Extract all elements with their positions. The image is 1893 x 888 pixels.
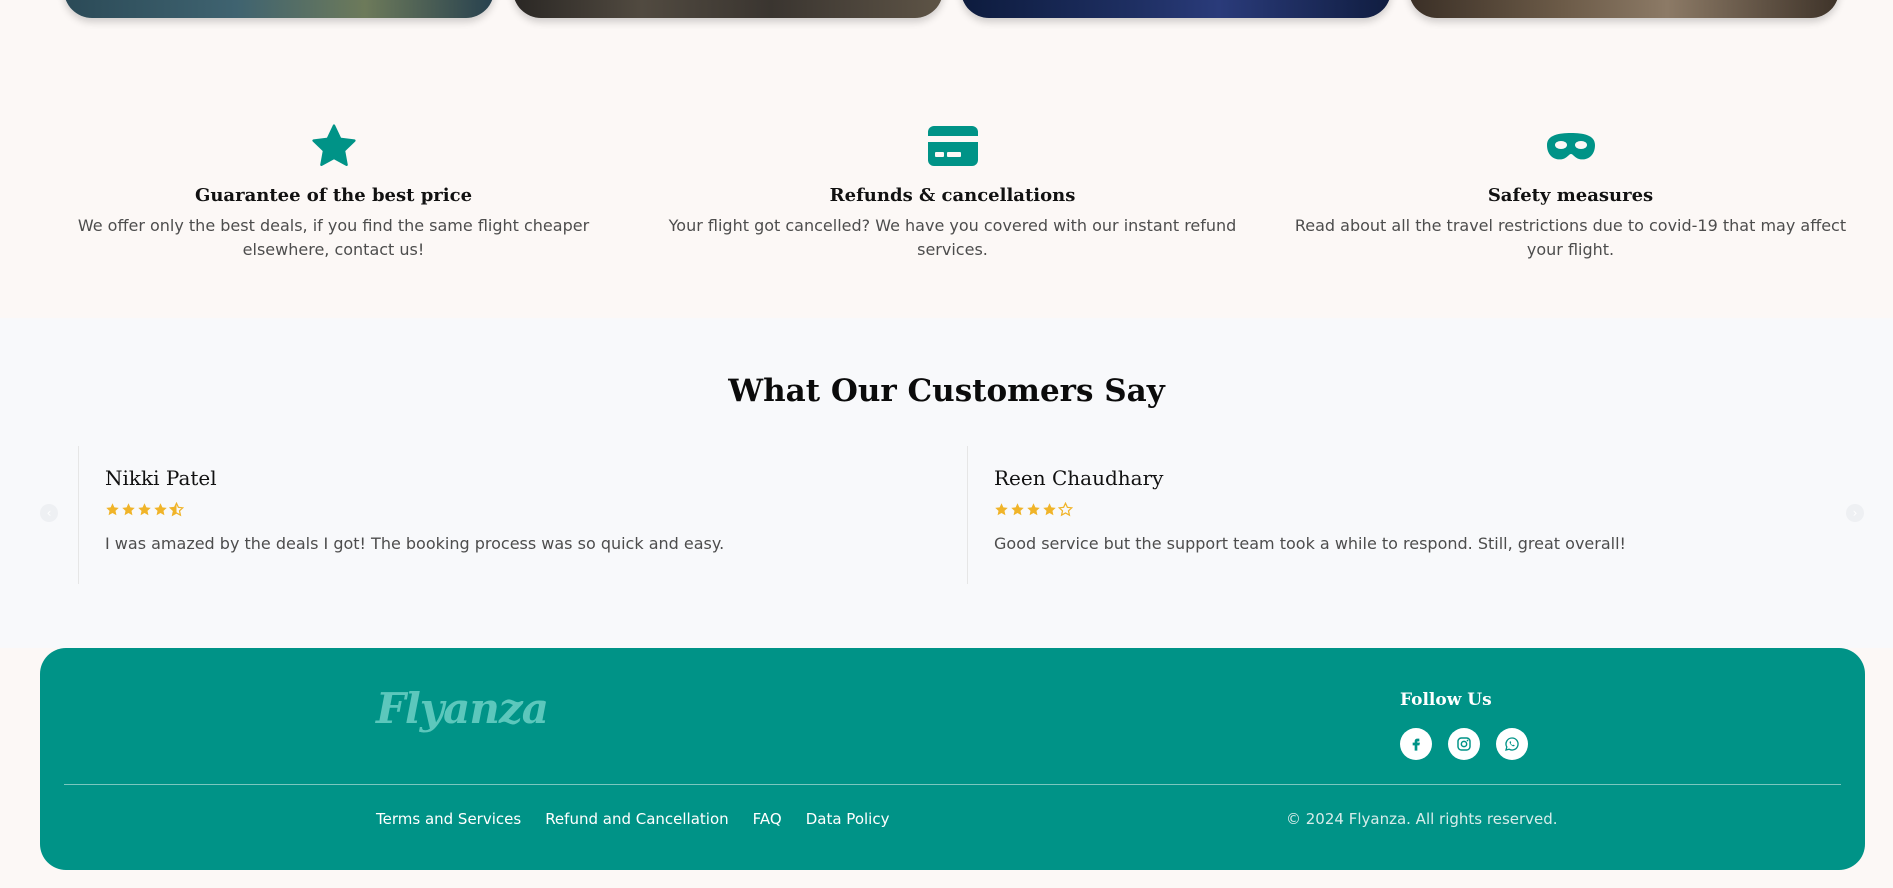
carousel-prev-button[interactable]: ‹ [40, 504, 58, 522]
destination-card-2[interactable] [513, 0, 943, 18]
mask-icon [1541, 120, 1601, 172]
star-icon [106, 503, 119, 516]
destination-card-3[interactable] [961, 0, 1391, 18]
rating-stars [994, 502, 1073, 517]
footer-logo[interactable]: Flyanza [376, 684, 549, 733]
feature-description: Read about all the travel restrictions d… [1294, 216, 1847, 259]
star-icon [1011, 503, 1024, 516]
feature-title: Guarantee of the best price [194, 185, 473, 206]
feature-title: Safety measures [1487, 185, 1654, 206]
footer-links: Terms and Services Refund and Cancellati… [376, 810, 889, 828]
star-icon [304, 120, 364, 172]
whatsapp-icon[interactable] [1496, 728, 1528, 760]
star-icon [1027, 503, 1040, 516]
destination-card-1[interactable] [64, 0, 494, 18]
footer-divider [64, 784, 1841, 785]
review-card: Nikki Patel I was amazed by the deals I … [78, 446, 959, 584]
facebook-icon[interactable] [1400, 728, 1432, 760]
feature-best-price: Guarantee of the best price We offer onl… [70, 120, 597, 262]
carousel-next-button[interactable]: › [1846, 504, 1864, 522]
link-terms[interactable]: Terms and Services [376, 810, 521, 828]
reviewer-name: Nikki Patel [105, 466, 217, 490]
review-card: Reen Chaudhary Good service but the supp… [967, 446, 1848, 584]
star-icon [154, 503, 167, 516]
social-links [1400, 728, 1528, 760]
feature-description: We offer only the best deals, if you fin… [77, 216, 590, 259]
credit-card-icon [923, 120, 983, 172]
feature-safety: Safety measures Read about all the trave… [1278, 120, 1863, 262]
star-icon [122, 503, 135, 516]
link-refund[interactable]: Refund and Cancellation [545, 810, 728, 828]
destination-cards [0, 0, 1893, 20]
destination-card-4[interactable] [1409, 0, 1839, 18]
feature-refunds: Refunds & cancellations Your flight got … [660, 120, 1245, 262]
link-data-policy[interactable]: Data Policy [806, 810, 890, 828]
review-text: Good service but the support team took a… [994, 534, 1626, 553]
star-empty-icon [1058, 502, 1073, 517]
link-faq[interactable]: FAQ [753, 810, 782, 828]
review-text: I was amazed by the deals I got! The boo… [105, 534, 725, 553]
star-icon [1043, 503, 1056, 516]
feature-description: Your flight got cancelled? We have you c… [668, 216, 1237, 259]
star-half-icon [169, 502, 184, 517]
features-section: Guarantee of the best price We offer onl… [0, 120, 1893, 280]
star-icon [138, 503, 151, 516]
copyright-text: © 2024 Flyanza. All rights reserved. [1286, 810, 1558, 828]
star-icon [995, 503, 1008, 516]
testimonials-section: What Our Customers Say ‹ Nikki Patel I w… [0, 318, 1893, 648]
reviewer-name: Reen Chaudhary [994, 466, 1164, 490]
footer: Flyanza Follow Us Terms and Services Ref… [40, 648, 1865, 870]
feature-title: Refunds & cancellations [829, 185, 1076, 206]
instagram-icon[interactable] [1448, 728, 1480, 760]
section-title: What Our Customers Say [728, 373, 1165, 409]
rating-stars [105, 502, 184, 517]
follow-us-title: Follow Us [1400, 690, 1492, 710]
